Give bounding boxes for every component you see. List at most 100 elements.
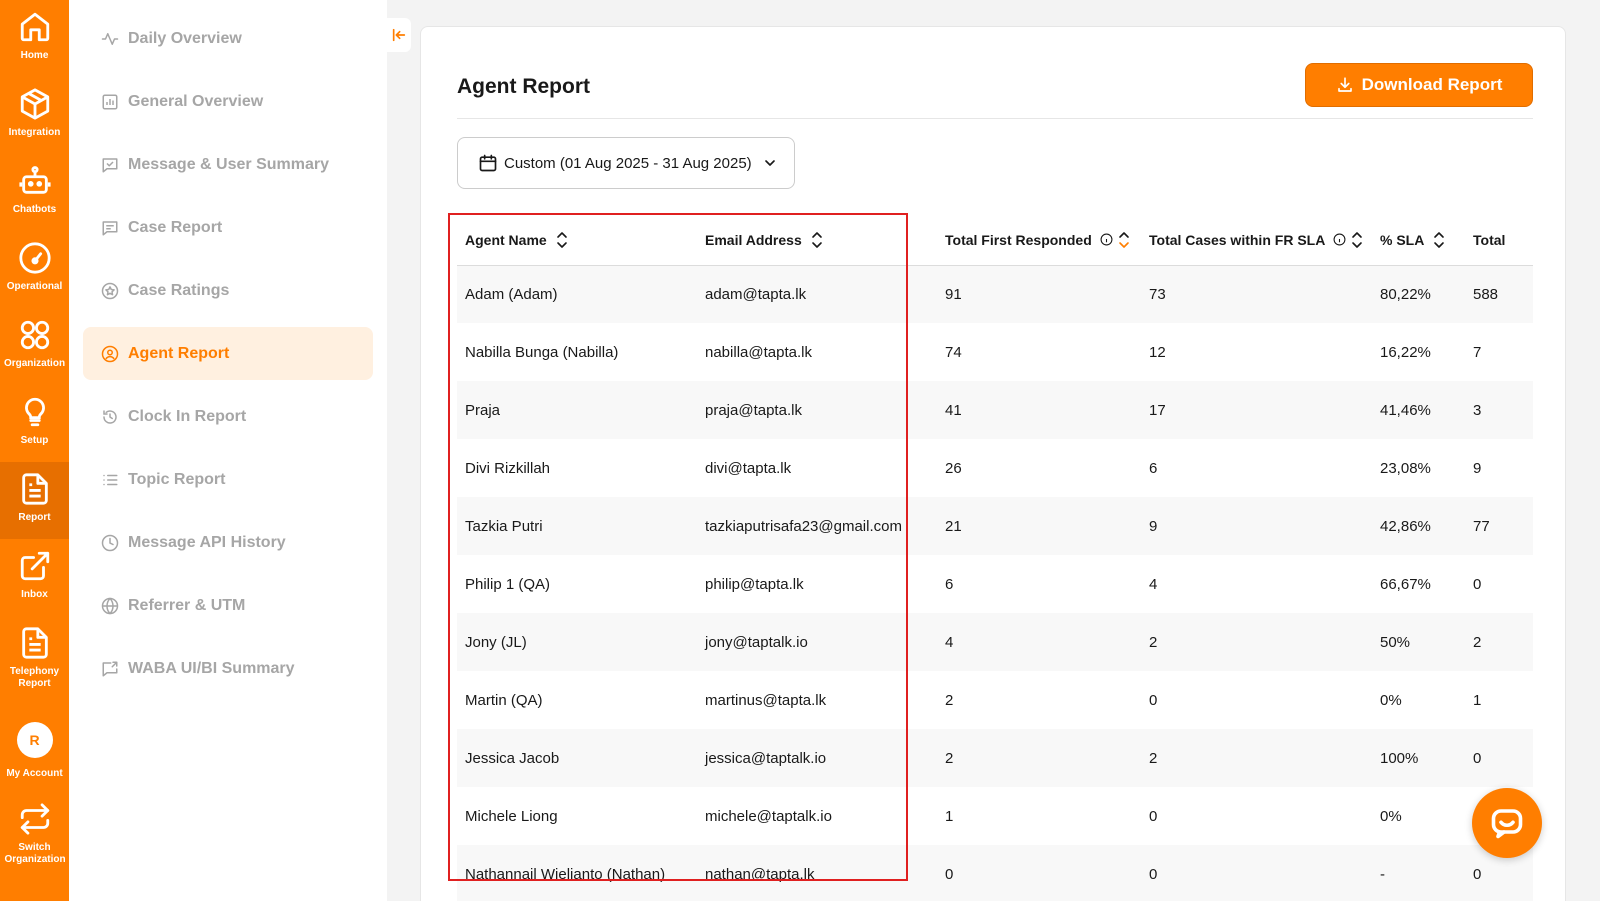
download-report-button[interactable]: Download Report: [1305, 63, 1533, 107]
calendar-icon: [479, 154, 497, 172]
message-export-icon: [102, 661, 118, 676]
rail-label: Inbox: [21, 589, 48, 600]
cell-agent-name: Jony (JL): [457, 613, 697, 671]
subnav-label: Case Report: [128, 218, 223, 236]
star-circle-icon: [101, 282, 119, 299]
sort-icon[interactable]: [1117, 231, 1131, 249]
subnav-label: Topic Report: [128, 470, 226, 488]
col-header-email[interactable]: Email Address: [697, 215, 937, 266]
rail-item-my-account[interactable]: R My Account: [0, 712, 69, 789]
cell-total: 3: [1465, 381, 1533, 439]
table-row[interactable]: Adam (Adam) adam@tapta.lk 91 73 80,22% 588: [457, 265, 1533, 323]
info-icon[interactable]: [1100, 233, 1113, 246]
report-card: Agent Report Download Report Custom (01 …: [420, 26, 1566, 901]
cube-icon: [20, 88, 49, 120]
sort-icon[interactable]: [555, 231, 569, 249]
subnav-item-general-overview[interactable]: General Overview: [83, 75, 373, 128]
cell-sla-percent: 66,67%: [1380, 575, 1431, 593]
subnav-item-case-ratings[interactable]: Case Ratings: [83, 264, 373, 317]
rail-item-home[interactable]: Home: [0, 0, 69, 77]
document-icon: [21, 473, 48, 505]
rail-item-operational[interactable]: Operational: [0, 231, 69, 308]
cell-sla-percent: 0%: [1380, 691, 1402, 709]
col-header-agent-name[interactable]: Agent Name: [457, 215, 697, 266]
subnav-item-message-user-summary[interactable]: Message & User Summary: [83, 138, 373, 191]
cell-agent-name: Tazkia Putri: [457, 497, 697, 555]
subnav-item-agent-report[interactable]: Agent Report: [83, 327, 373, 380]
cell-email: praja@tapta.lk: [697, 381, 937, 439]
bar-chart-icon: [102, 94, 118, 109]
subnav-label: Message & User Summary: [128, 155, 329, 173]
message-lines-icon: [102, 220, 118, 235]
table-row[interactable]: Martin (QA) martinus@tapta.lk 2 0 0% 1: [457, 671, 1533, 729]
table-row[interactable]: Michele Liongmichele@taptalk.io100%0: [457, 787, 1533, 845]
cell-sla-percent: 16,22%: [1380, 343, 1431, 361]
subnav-item-topic-report[interactable]: Topic Report: [83, 453, 373, 506]
rail-item-telephony-report[interactable]: Telephony Report: [0, 616, 69, 710]
col-header-label: Total Cases within FR SLA: [1149, 231, 1326, 248]
cell-agent-name: Philip 1 (QA): [465, 575, 551, 593]
gauge-icon: [18, 242, 51, 274]
cell-agent-name: Nathannail Wielianto (Nathan): [457, 845, 697, 901]
cell-agent-name: Martin (QA): [465, 691, 543, 709]
subnav-label: Agent Report: [128, 344, 230, 362]
download-icon: [1337, 77, 1352, 92]
sort-icon[interactable]: [1350, 231, 1364, 249]
rail-item-organization[interactable]: Organization: [0, 308, 69, 385]
cell-total-cases-fr-sla: 2: [1141, 729, 1372, 787]
table-row[interactable]: Philip 1 (QA) philip@tapta.lk 6 4 66,67% 0: [457, 555, 1533, 613]
subnav-item-message-api-history[interactable]: Message API History: [83, 516, 373, 569]
chat-launcher-button[interactable]: [1472, 788, 1542, 858]
table-row[interactable]: Jony (JL) jony@taptalk.io 4 2 50% 2: [457, 613, 1533, 671]
rail-item-chatbots[interactable]: Chatbots: [0, 154, 69, 231]
table-row[interactable]: Tazkia Putri tazkiaputrisafa23@gmail.com 2…: [457, 497, 1533, 555]
cell-total-cases-fr-sla: 12: [1149, 343, 1166, 361]
sort-icon[interactable]: [1432, 231, 1446, 249]
rail-item-report[interactable]: Report: [0, 462, 69, 539]
agent-report-table: Agent Name Email Address Total First Res…: [457, 215, 1533, 901]
rail-label: Organization: [3, 358, 66, 369]
table-row[interactable]: Divi Rizkillah divi@tapta.lk 26 6 23,08% 9: [457, 439, 1533, 497]
cell-total-first-responded: 74: [945, 343, 962, 361]
robot-icon: [18, 166, 51, 194]
cell-total-first-responded: 4: [937, 613, 1141, 671]
rail-item-integration[interactable]: Integration: [0, 77, 69, 154]
collapse-sidebar-button[interactable]: [387, 18, 411, 52]
cell-email: philip@tapta.lk: [705, 575, 804, 593]
subnav-label: Case Ratings: [128, 281, 230, 299]
main-nav-rail: Home Integration Chatbots Operational Or…: [0, 0, 69, 901]
cell-total-first-responded: 26: [945, 459, 962, 477]
subnav-item-clock-in-report[interactable]: Clock In Report: [83, 390, 373, 443]
header-divider: [457, 118, 1533, 119]
table-row[interactable]: Praja praja@tapta.lk 41 17 41,46% 3: [457, 381, 1533, 439]
cell-agent-name: Nabilla Bunga (Nabilla): [465, 343, 619, 361]
cell-agent-name: Adam (Adam): [457, 265, 697, 323]
table-row[interactable]: Nabilla Bunga (Nabilla) nabilla@tapta.lk 7…: [457, 323, 1533, 381]
cell-sla-percent: 42,86%: [1372, 497, 1465, 555]
col-header-total-cases-fr-sla[interactable]: Total Cases within FR SLA: [1141, 215, 1372, 266]
subnav-item-referrer-utm[interactable]: Referrer & UTM: [83, 579, 373, 632]
cell-email: martinus@tapta.lk: [705, 691, 827, 709]
subnav-item-case-report[interactable]: Case Report: [83, 201, 373, 254]
table-row[interactable]: Nathannail Wielianto (Nathan) nathan@tapt…: [457, 845, 1533, 901]
info-icon[interactable]: [1333, 233, 1346, 246]
col-header-label: % SLA: [1380, 231, 1425, 248]
col-header-total-first-responded[interactable]: Total First Responded: [937, 215, 1141, 266]
table-row[interactable]: Jessica Jacob jessica@taptalk.io 2 2 100% 0: [457, 729, 1533, 787]
agent-table-container[interactable]: Agent Name Email Address Total First Res…: [457, 215, 1533, 901]
rail-item-setup[interactable]: Setup: [0, 385, 69, 462]
sort-icon[interactable]: [810, 231, 824, 249]
cell-sla-percent: 0%: [1380, 807, 1402, 825]
cell-sla-percent: -: [1372, 845, 1465, 901]
cell-total-first-responded: 41: [937, 381, 1141, 439]
col-header-sla-percent[interactable]: % SLA: [1372, 215, 1465, 266]
subnav-item-waba-summary[interactable]: WABA UI/BI Summary: [83, 642, 373, 695]
subnav-item-daily-overview[interactable]: Daily Overview: [83, 12, 373, 65]
col-header-total[interactable]: Total: [1465, 215, 1533, 266]
rail-label: Home: [20, 50, 49, 61]
date-range-dropdown[interactable]: Custom (01 Aug 2025 - 31 Aug 2025): [457, 137, 795, 189]
pulse-icon: [101, 32, 119, 45]
rail-item-switch-organization[interactable]: Switch Organization: [0, 792, 69, 901]
cell-email: nabilla@tapta.lk: [705, 343, 812, 361]
rail-item-inbox[interactable]: Inbox: [0, 539, 69, 616]
